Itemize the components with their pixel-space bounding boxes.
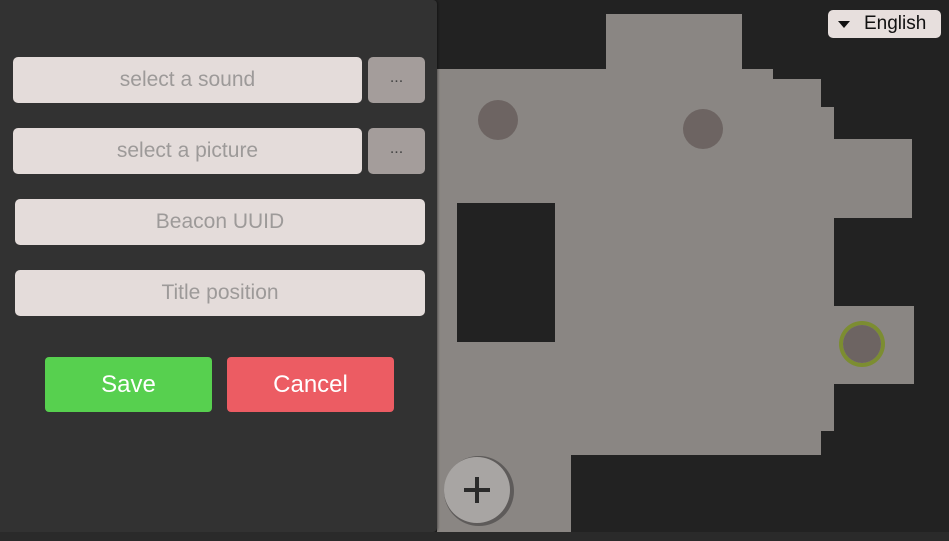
room-cutout: [457, 203, 555, 342]
beacon-uuid-placeholder: Beacon UUID: [155, 210, 285, 233]
beacon-marker: [478, 100, 518, 140]
cancel-button[interactable]: Cancel: [227, 357, 394, 412]
caret-down-icon: [838, 21, 850, 28]
picture-field-placeholder: select a picture: [116, 139, 259, 162]
language-label: English: [864, 13, 927, 34]
beacon-edit-panel: select a sound ... select a picture ... …: [0, 0, 437, 532]
browse-sound-button[interactable]: ...: [368, 57, 425, 103]
cancel-button-label: Cancel: [273, 370, 348, 398]
add-beacon-button[interactable]: [444, 457, 510, 523]
save-button[interactable]: Save: [45, 357, 212, 412]
beacon-marker: [683, 109, 723, 149]
language-dropdown[interactable]: English: [828, 10, 941, 38]
title-position-placeholder: Title position: [161, 281, 279, 304]
bottom-edge: [0, 532, 949, 541]
save-button-label: Save: [101, 370, 156, 398]
browse-picture-button[interactable]: ...: [368, 128, 425, 174]
beacon-uuid-field[interactable]: Beacon UUID: [15, 199, 425, 245]
beacon-marker-selected-core: [843, 325, 881, 363]
picture-field[interactable]: select a picture: [13, 128, 362, 174]
sound-field-placeholder: select a sound: [119, 68, 256, 91]
plus-icon: [464, 477, 490, 503]
title-position-field[interactable]: Title position: [15, 270, 425, 316]
app-window: English select a sound ... select a pict…: [0, 0, 949, 541]
browse-sound-label: ...: [389, 69, 404, 86]
browse-picture-label: ...: [389, 140, 404, 157]
sound-field[interactable]: select a sound: [13, 57, 362, 103]
